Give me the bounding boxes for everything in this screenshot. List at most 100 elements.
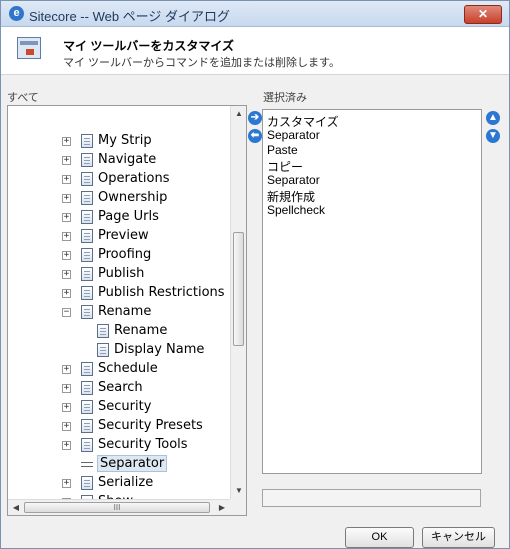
expand-icon[interactable]: + [62,422,71,431]
tree-item-label: Operations [98,171,170,186]
tree-item-label: Security [98,399,152,414]
cancel-button[interactable]: キャンセル [422,527,495,548]
document-icon [81,267,93,281]
tree-item[interactable]: Separator [8,455,230,474]
document-icon [81,134,93,148]
tree-item[interactable]: + Navigate [8,151,230,170]
horizontal-scroll-thumb[interactable]: III [24,502,210,513]
expand-icon[interactable]: + [62,365,71,374]
document-icon [81,400,93,414]
tree-item[interactable]: + Operations [8,170,230,189]
tree-vertical-scrollbar[interactable]: ▲ ▼ [230,106,246,499]
header-description: マイ ツールバーからコマンドを追加または削除します。 [63,57,340,69]
tree-item-label: Proofing [98,247,152,262]
tree-item-label: My Strip [98,133,152,148]
tree-item[interactable]: − Rename [8,303,230,322]
document-icon [81,419,93,433]
selected-list-item[interactable]: Separator [267,173,320,187]
tree-item-label: Rename [98,304,152,319]
tree-item-label: Page Urls [98,209,159,224]
move-up-button[interactable]: ▲ [486,111,500,125]
document-icon [81,172,93,186]
vertical-scroll-thumb[interactable] [233,232,244,346]
document-icon [81,362,93,376]
tree-item[interactable]: + Security Presets [8,417,230,436]
document-icon [81,381,93,395]
expand-icon[interactable]: + [62,137,71,146]
tree-item[interactable]: + Publish Restrictions [8,284,230,303]
document-icon [81,229,93,243]
expand-icon[interactable]: + [62,251,71,260]
scroll-right-arrow[interactable]: ▶ [214,500,230,515]
expand-icon[interactable]: + [62,270,71,279]
document-icon [81,286,93,300]
dialog-window: e Sitecore -- Web ページ ダイアログ ✕ マイ ツールバーをカ… [0,0,510,549]
tree-item[interactable]: + My Strip [8,132,230,151]
document-icon [81,476,93,490]
tree-item[interactable]: + Search [8,379,230,398]
tree-item[interactable]: + Schedule [8,360,230,379]
remove-command-button[interactable]: ⬅ [248,129,262,143]
tree-item[interactable]: Rename [8,322,230,341]
tree-item-label: Rename [114,323,168,338]
scroll-left-arrow[interactable]: ◀ [8,500,24,515]
close-button[interactable]: ✕ [464,5,502,24]
expand-icon[interactable]: + [62,194,71,203]
expand-icon[interactable]: + [62,175,71,184]
tree-item-label: Security Presets [98,418,203,433]
document-icon [81,191,93,205]
expand-icon[interactable]: + [62,213,71,222]
tree-item-label: Publish Restrictions [98,285,225,300]
collapse-icon[interactable]: − [62,308,71,317]
tree-item-label: Serialize [98,475,154,490]
tree-item-label: Search [98,380,143,395]
selected-list-item[interactable]: Separator [267,128,320,142]
selected-list-item[interactable]: Paste [267,143,298,157]
command-tree[interactable]: + My Strip + Navigate + Operations + Ownership +… [7,105,247,516]
separator-icon [81,462,93,467]
expand-icon[interactable]: + [62,232,71,241]
expand-icon[interactable]: + [62,441,71,450]
tree-item[interactable]: + Ownership [8,189,230,208]
move-down-button[interactable]: ▼ [486,129,500,143]
scroll-corner [230,499,246,515]
dialog-header: マイ ツールバーをカスタマイズ マイ ツールバーからコマンドを追加または削除しま… [1,27,509,75]
tree-item[interactable]: + Proofing [8,246,230,265]
expand-icon[interactable]: + [62,479,71,488]
tree-item[interactable]: + Publish [8,265,230,284]
expand-icon[interactable]: + [62,384,71,393]
window-title: Sitecore -- Web ページ ダイアログ [29,9,231,24]
document-icon [81,210,93,224]
tree-item-label: Navigate [98,152,157,167]
tree-item-label: Preview [98,228,149,243]
tree-item-label: Publish [98,266,145,281]
selected-commands-list[interactable]: カスタマイズ Separator Paste コピー Separator 新規作成 Spel… [262,109,482,474]
selected-list-item[interactable]: Spellcheck [267,203,325,217]
document-icon [97,324,109,338]
document-icon [81,153,93,167]
tree-item-label: Display Name [114,342,205,357]
tree-item[interactable]: + Preview [8,227,230,246]
selected-commands-label: 選択済み [263,92,307,104]
tree-item-label: Separator [96,455,168,472]
toolbar-customize-icon [17,37,41,59]
expand-icon[interactable]: + [62,156,71,165]
add-command-button[interactable]: ➔ [248,111,262,125]
tree-item-label: Security Tools [98,437,188,452]
tree-horizontal-scrollbar[interactable]: ◀ III ▶ [8,499,230,515]
tree-item[interactable]: Display Name [8,341,230,360]
command-edit-field[interactable] [262,489,481,507]
tree-item[interactable]: + Security [8,398,230,417]
expand-icon[interactable]: + [62,289,71,298]
document-icon [81,248,93,262]
tree-item[interactable]: + Serialize [8,474,230,493]
title-bar: e Sitecore -- Web ページ ダイアログ ✕ [1,1,509,27]
expand-icon[interactable]: + [62,403,71,412]
document-icon [81,305,93,319]
scroll-up-arrow[interactable]: ▲ [231,106,246,122]
tree-item[interactable]: + Security Tools [8,436,230,455]
tree-item[interactable]: + Page Urls [8,208,230,227]
ok-button[interactable]: OK [345,527,414,548]
ie-icon: e [9,6,24,21]
scroll-down-arrow[interactable]: ▼ [231,483,246,499]
